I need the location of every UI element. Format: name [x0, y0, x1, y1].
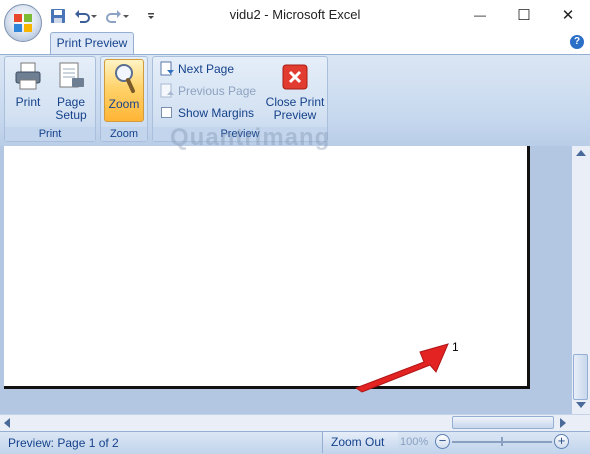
zoom-out-button[interactable]: Zoom Out: [322, 432, 398, 453]
maximize-icon: ☐: [517, 7, 531, 24]
horizontal-scroll-thumb[interactable]: [452, 416, 554, 429]
zoom-minus-icon[interactable]: −: [435, 434, 450, 449]
zoom-level[interactable]: 100%: [400, 436, 428, 448]
close-print-label-2: Preview: [273, 108, 317, 122]
status-text: Preview: Page 1 of 2: [8, 436, 119, 450]
office-logo-icon: [14, 14, 32, 32]
next-page-button[interactable]: Next Page: [158, 60, 234, 78]
page-setup-icon: [59, 62, 84, 88]
page-setup-button[interactable]: Page Setup: [50, 58, 92, 124]
scroll-up-icon[interactable]: [576, 150, 586, 156]
maximize-button[interactable]: ☐: [502, 0, 546, 30]
page-number: 1: [452, 340, 459, 354]
close-print-preview-button[interactable]: Close Print Preview: [262, 58, 326, 124]
printer-icon: [15, 62, 41, 90]
minimize-button[interactable]: —: [458, 0, 502, 30]
next-page-label: Next Page: [178, 62, 235, 76]
red-arrow-icon: [354, 343, 449, 393]
print-button-label: Print: [15, 95, 41, 109]
office-button[interactable]: [4, 4, 42, 42]
scroll-down-icon[interactable]: [576, 402, 586, 408]
close-preview-icon: [282, 64, 308, 90]
checkbox-icon: [161, 107, 172, 118]
show-margins-checkbox[interactable]: Show Margins: [158, 104, 254, 122]
show-margins-label: Show Margins: [178, 106, 255, 120]
zoom-slider-thumb[interactable]: [501, 437, 503, 446]
scroll-right-icon[interactable]: [560, 418, 566, 428]
previous-page-icon: [160, 83, 174, 98]
previous-page-button[interactable]: Previous Page: [158, 82, 256, 100]
print-group-label: Print: [5, 127, 95, 141]
zoom-plus-icon[interactable]: +: [554, 434, 569, 449]
magnifier-icon: [115, 64, 135, 93]
next-page-icon: [160, 61, 174, 76]
previous-page-label: Previous Page: [178, 84, 257, 98]
page-setup-button-label-2: Setup: [55, 108, 87, 122]
zoom-group-label: Zoom: [101, 127, 147, 141]
close-icon: ✕: [561, 7, 575, 24]
help-icon[interactable]: ?: [570, 35, 584, 49]
zoom-button-label: Zoom: [108, 97, 140, 111]
minimize-icon: —: [474, 8, 486, 22]
watermark-logo: Quantrimang: [170, 124, 331, 151]
print-button[interactable]: Print: [8, 58, 48, 124]
close-button[interactable]: ✕: [546, 0, 590, 30]
tab-print-preview[interactable]: Print Preview: [50, 32, 134, 54]
vertical-scroll-thumb[interactable]: [573, 354, 588, 400]
scroll-left-icon[interactable]: [4, 418, 10, 428]
zoom-button[interactable]: Zoom: [104, 59, 144, 122]
